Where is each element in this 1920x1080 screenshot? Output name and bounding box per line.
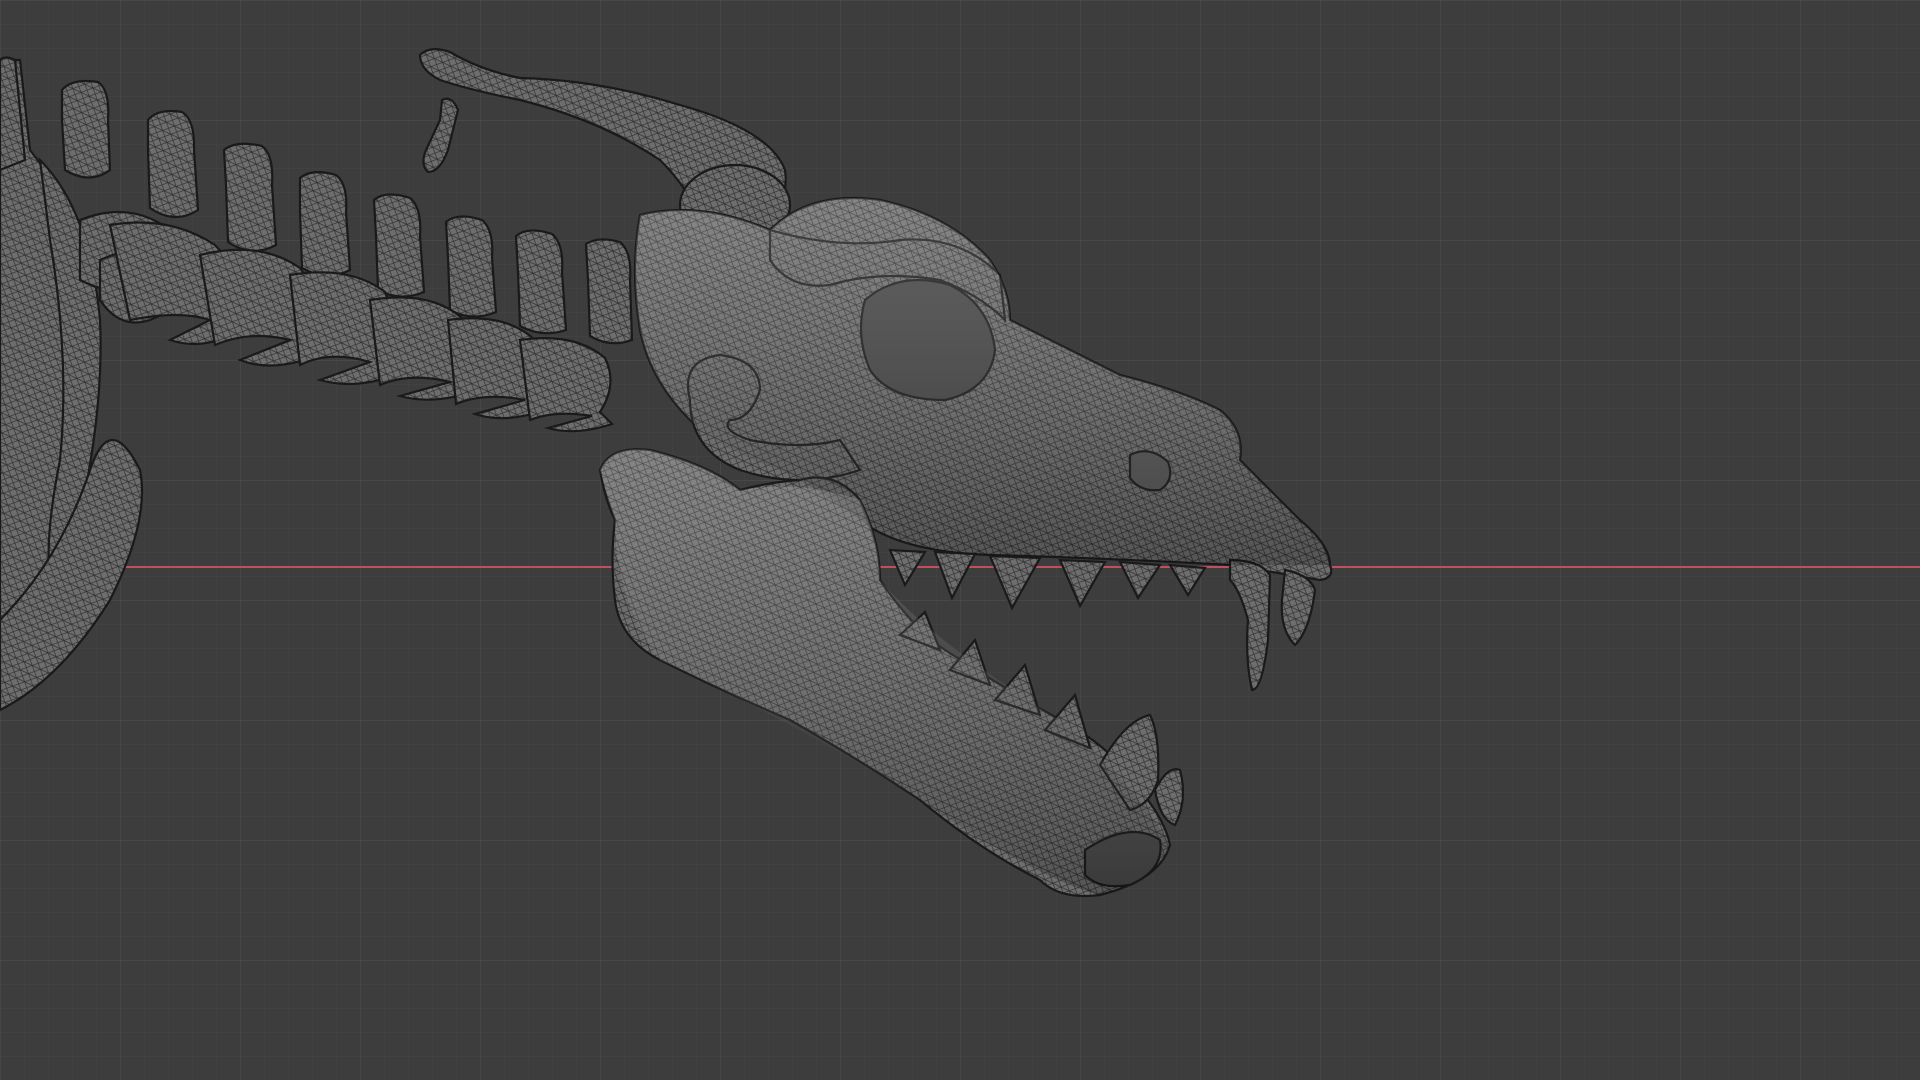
viewport-canvas[interactable] [0,0,1920,1080]
3d-viewport[interactable] [0,0,1920,1080]
